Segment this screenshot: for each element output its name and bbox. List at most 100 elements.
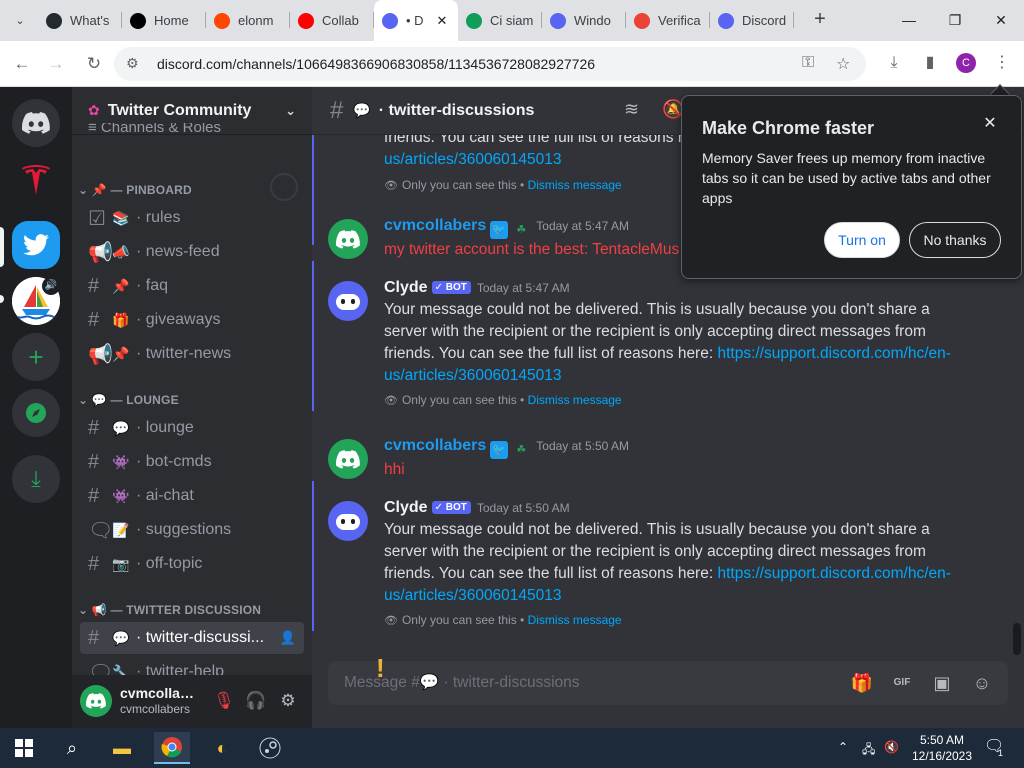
channel-ai-chat[interactable]: # 👾 · ai-chat bbox=[80, 480, 304, 512]
channel-bot-cmds[interactable]: # 👾 · bot-cmds bbox=[80, 446, 304, 478]
discord-home-icon[interactable] bbox=[12, 99, 60, 147]
user-avatar[interactable] bbox=[80, 685, 112, 717]
turn-on-button[interactable]: Turn on bbox=[824, 222, 900, 258]
sticker-icon[interactable]: ▣ bbox=[930, 671, 954, 695]
browser-tab[interactable]: Ci siam bbox=[458, 0, 542, 41]
author-name[interactable]: Clyde bbox=[384, 499, 428, 516]
gif-icon[interactable]: GIF bbox=[890, 671, 914, 695]
scrollbar[interactable] bbox=[1013, 623, 1021, 655]
message-timestamp: Today at 5:47 AM bbox=[476, 281, 570, 295]
network-icon[interactable]: 🖧 bbox=[862, 740, 875, 761]
profile-avatar[interactable]: C bbox=[956, 53, 976, 73]
add-member-icon[interactable]: 👤 bbox=[280, 630, 296, 646]
dismiss-message-link[interactable]: Dismiss message bbox=[528, 613, 622, 627]
back-icon[interactable]: ← bbox=[8, 50, 36, 78]
add-server-icon[interactable]: + bbox=[12, 333, 60, 381]
author-name[interactable]: cvmcollabers bbox=[384, 437, 486, 454]
clyde-avatar[interactable] bbox=[328, 281, 368, 321]
ephemeral-note: 👁 Only you can see this • Dismiss message bbox=[384, 613, 622, 627]
message-author[interactable]: cvmcollabers 🐦 ☘ Today at 5:50 AM bbox=[384, 437, 629, 459]
search-icon[interactable]: ⌕ bbox=[54, 732, 90, 764]
dismiss-message-link[interactable]: Dismiss message bbox=[528, 178, 622, 192]
popup-close-icon[interactable]: ✕ bbox=[980, 114, 1000, 134]
taskbar-clock[interactable]: 5:50 AM 12/16/2023 bbox=[906, 732, 978, 764]
side-panel-icon[interactable]: ▮ bbox=[918, 51, 942, 75]
browser-tab[interactable]: Home bbox=[122, 0, 206, 41]
channel-twitter-discussions[interactable]: # 💬 · twitter-discussi... 👤 bbox=[80, 622, 304, 654]
user-name[interactable]: cvmcollab... bbox=[120, 685, 196, 701]
channels-roles-item[interactable]: ≡ Channels & Roles bbox=[88, 123, 221, 137]
window-close-icon[interactable]: ✕ bbox=[978, 6, 1024, 34]
clyde-avatar[interactable] bbox=[328, 501, 368, 541]
browser-tab[interactable]: Discord bbox=[710, 0, 794, 41]
channel-lounge[interactable]: # 💬 · lounge bbox=[80, 412, 304, 444]
bot-tag: ✓ BOT bbox=[431, 501, 471, 514]
windows-start-icon[interactable] bbox=[6, 732, 42, 764]
message-author[interactable]: Clyde ✓ BOT Today at 5:47 AM bbox=[384, 279, 570, 297]
tab-search-icon[interactable]: ⌄ bbox=[8, 8, 32, 32]
channel-ai-chat-label: · ai-chat bbox=[136, 487, 194, 504]
settings-gear-icon[interactable]: ⚙ bbox=[276, 689, 300, 713]
minimize-icon[interactable]: — bbox=[886, 6, 932, 34]
category-twitter-discussion[interactable]: ⌄ 📢 — TWITTER DISCUSSION bbox=[78, 603, 261, 617]
volume-muted-icon[interactable]: 🔇 bbox=[884, 740, 899, 754]
reddit-icon bbox=[214, 12, 230, 29]
game-app-icon[interactable]: ◐ bbox=[204, 732, 240, 764]
forward-icon[interactable]: → bbox=[42, 50, 70, 78]
steam-icon[interactable] bbox=[252, 732, 288, 764]
url-text[interactable]: discord.com/channels/1066498366906830858… bbox=[157, 56, 595, 72]
author-name[interactable]: cvmcollabers bbox=[384, 217, 486, 234]
channel-suggestions[interactable]: 🗨 📝 · suggestions bbox=[80, 514, 304, 546]
threads-icon[interactable]: ≋ bbox=[624, 99, 639, 120]
new-tab-icon[interactable]: + bbox=[808, 8, 832, 32]
chrome-taskbar-icon[interactable] bbox=[154, 732, 190, 764]
channel-twitter-news[interactable]: 📢 📌 · twitter-news bbox=[80, 338, 304, 370]
support-link[interactable]: us/articles/360060145013 bbox=[384, 151, 562, 168]
download-icon[interactable]: ⤓ bbox=[882, 51, 906, 75]
clover-role-icon: ☘ bbox=[516, 224, 527, 236]
category-lounge[interactable]: ⌄ 💬 — LOUNGE bbox=[78, 393, 179, 407]
user-avatar[interactable] bbox=[328, 439, 368, 479]
channel-rules[interactable]: ☑ 📚 · rules bbox=[80, 202, 304, 234]
message-body: my twitter account is the best: Tentacle… bbox=[384, 241, 680, 258]
explore-servers-icon[interactable] bbox=[12, 389, 60, 437]
author-name[interactable]: Clyde bbox=[384, 279, 428, 296]
channel-faq[interactable]: # 📌 · faq bbox=[80, 270, 304, 302]
channel-giveaways[interactable]: # 🎁 · giveaways bbox=[80, 304, 304, 336]
mute-microphone-icon[interactable]: 🎙 bbox=[212, 689, 236, 713]
separator-dot: • bbox=[516, 613, 528, 627]
category-pinboard[interactable]: ⌄ 📌 — PINBOARD bbox=[78, 183, 192, 197]
browser-tab[interactable]: Verifica bbox=[626, 0, 710, 41]
tesla-server-icon[interactable] bbox=[12, 155, 60, 203]
tab-label: • D bbox=[406, 13, 424, 28]
browser-tab[interactable]: Collab bbox=[290, 0, 374, 41]
emoji-picker-icon[interactable]: ☺ bbox=[970, 671, 994, 695]
password-key-icon[interactable]: ⚿ bbox=[802, 54, 814, 72]
message-composer[interactable]: Message #💬 · twitter-discussions ! 🎁 GIF… bbox=[328, 653, 1008, 705]
tab-close-icon[interactable]: ✕ bbox=[434, 13, 450, 29]
message-author[interactable]: cvmcollabers 🐦 ☘ Today at 5:47 AM bbox=[384, 217, 629, 239]
user-avatar[interactable] bbox=[328, 219, 368, 259]
gift-icon[interactable]: 🎁 bbox=[850, 671, 874, 695]
address-bar[interactable]: ⚙ discord.com/channels/10664983669068308… bbox=[114, 47, 866, 81]
browser-tab[interactable]: elonm bbox=[206, 0, 290, 41]
browser-tab[interactable]: What's bbox=[38, 0, 122, 41]
reload-icon[interactable]: ↻ bbox=[80, 50, 108, 78]
twitter-server-icon[interactable] bbox=[12, 221, 60, 269]
browser-tab[interactable]: • D ✕ bbox=[374, 0, 458, 41]
bookmark-star-icon[interactable]: ☆ bbox=[836, 54, 850, 74]
dismiss-message-link[interactable]: Dismiss message bbox=[528, 393, 622, 407]
channel-off-topic[interactable]: # 📷 · off-topic bbox=[80, 548, 304, 580]
maximize-icon[interactable]: ❐ bbox=[932, 6, 978, 34]
browser-tab[interactable]: Windo bbox=[542, 0, 626, 41]
tray-chevron-icon[interactable]: ⌃ bbox=[838, 740, 848, 754]
file-explorer-icon[interactable]: ▬ bbox=[104, 732, 140, 764]
headphones-icon[interactable]: 🎧 bbox=[244, 689, 268, 713]
message-author[interactable]: Clyde ✓ BOT Today at 5:50 AM bbox=[384, 499, 570, 517]
download-apps-icon[interactable]: ⤓ bbox=[12, 455, 60, 503]
chrome-menu-icon[interactable]: ⋮ bbox=[990, 51, 1014, 75]
site-info-icon[interactable]: ⚙ bbox=[126, 55, 139, 72]
no-thanks-button[interactable]: No thanks bbox=[909, 222, 1001, 258]
channel-news-feed[interactable]: 📢 📣 · news-feed bbox=[80, 236, 304, 268]
sheets-icon bbox=[466, 12, 482, 29]
